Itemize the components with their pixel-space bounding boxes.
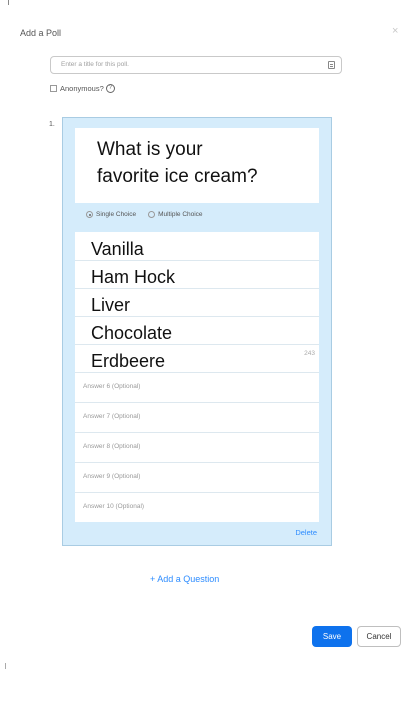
close-icon[interactable]: ×	[392, 25, 398, 37]
answer-text: Ham Hock	[91, 267, 176, 287]
question-number: 1.	[49, 121, 55, 128]
answer-field[interactable]: Answer 10 (Optional)	[75, 493, 319, 522]
poll-title-placeholder: Enter a title for this poll.	[61, 61, 129, 68]
char-counter: 243	[304, 350, 315, 357]
multiple-choice-radio[interactable]	[148, 211, 156, 218]
answer-list: Vanilla Ham Hock Liver Chocolate Erdbeer…	[75, 232, 319, 522]
answer-field[interactable]: Chocolate	[75, 317, 319, 345]
answer-placeholder: Answer 8 (Optional)	[83, 443, 141, 450]
delete-question-link[interactable]: Delete	[295, 528, 317, 537]
answer-field[interactable]: Answer 9 (Optional)	[75, 463, 319, 493]
answer-text: Chocolate	[91, 323, 173, 343]
help-icon[interactable]: ?	[105, 84, 115, 93]
save-button[interactable]: Save	[312, 626, 352, 647]
answer-field[interactable]: Answer 7 (Optional)	[75, 403, 319, 433]
answer-field[interactable]: Answer 6 (Optional)	[75, 373, 319, 403]
answer-text: Erdbeere	[91, 351, 166, 371]
keyboard-icon[interactable]	[328, 61, 335, 69]
add-question-link[interactable]: + Add a Question	[150, 574, 219, 584]
answer-field[interactable]: Answer 8 (Optional)	[75, 433, 319, 463]
anonymous-option[interactable]: Anonymous? ?	[50, 84, 115, 93]
edge-mark	[5, 663, 6, 669]
question-type-selector: Single Choice Multiple Choice	[86, 211, 203, 218]
answer-placeholder: Answer 7 (Optional)	[83, 413, 141, 420]
answer-field[interactable]: Liver	[75, 289, 319, 317]
answer-text: Vanilla	[91, 239, 144, 259]
dialog-title: Add a Poll	[20, 28, 62, 38]
edge-mark	[8, 0, 9, 5]
question-text-line: favorite ice cream?	[97, 166, 258, 187]
cancel-button[interactable]: Cancel	[357, 626, 401, 647]
answer-field[interactable]: Ham Hock	[75, 261, 319, 289]
anonymous-checkbox[interactable]	[50, 85, 57, 92]
question-text-field[interactable]: What is your favorite ice cream?	[75, 128, 319, 203]
answer-placeholder: Answer 10 (Optional)	[83, 503, 145, 510]
anonymous-label: Anonymous?	[60, 84, 104, 93]
multiple-choice-label[interactable]: Multiple Choice	[158, 211, 202, 218]
poll-title-input[interactable]: Enter a title for this poll.	[50, 56, 342, 74]
question-card: What is your favorite ice cream? Single …	[62, 117, 332, 546]
answer-field[interactable]: Erdbeere 243	[75, 345, 319, 373]
single-choice-radio[interactable]	[86, 211, 93, 218]
question-text-line: What is your	[97, 139, 203, 160]
answer-text: Liver	[91, 295, 131, 315]
answer-placeholder: Answer 9 (Optional)	[83, 473, 141, 480]
answer-placeholder: Answer 6 (Optional)	[83, 383, 141, 390]
single-choice-label[interactable]: Single Choice	[96, 211, 136, 218]
answer-field[interactable]: Vanilla	[75, 232, 319, 261]
